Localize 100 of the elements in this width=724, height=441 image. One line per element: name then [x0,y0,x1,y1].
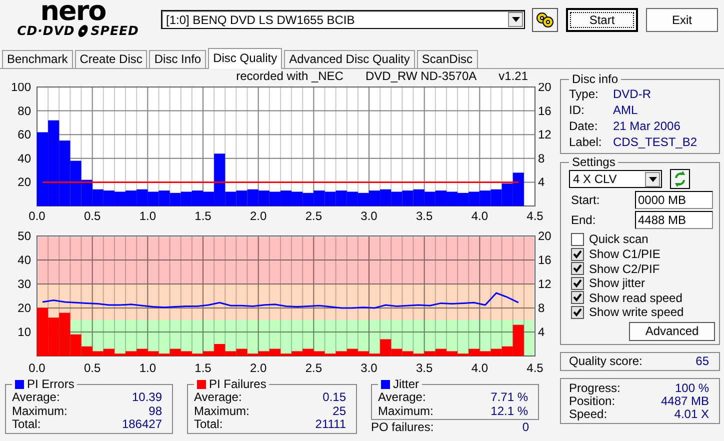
axis-label: 2.5 [305,361,322,375]
axis-label: 1.0 [139,361,156,375]
drive-dropdown[interactable]: [1:0] BENQ DVD LS DW1655 BCIB [161,10,525,29]
bar [236,190,248,206]
axis-label: 3.0 [360,361,378,375]
axis-label: 2.0 [250,209,267,223]
stat-value: 25 [332,404,346,418]
axis-label: 30 [18,277,31,291]
tab[interactable]: Benchmark [2,50,73,68]
axis-label: 2.0 [250,361,267,375]
stat-value: 0 [522,421,529,434]
axis-label: 1.0 [139,209,156,223]
checkbox[interactable] [571,262,584,276]
stat-label: Maximum: [378,404,434,418]
bar [192,190,203,206]
axis-label: 3.0 [360,209,378,223]
stat-value: 98 [148,404,162,418]
bar [380,189,392,206]
info-value: 21 Mar 2006 [613,118,680,134]
bar [269,192,280,206]
axis-label: 20 [538,229,552,243]
recorder-text: DVD_RW ND-3570A [365,69,477,83]
bar [468,192,480,206]
tab[interactable]: ScanDisc [416,50,478,68]
bar [148,192,159,206]
info-label: Type: [569,86,600,102]
axis-label: 8 [538,151,545,166]
checkbox-label: Show write speed [589,305,684,320]
axis-label: 12 [538,128,552,142]
bar [302,192,314,206]
axis-label: 16 [538,253,552,267]
stat-label: PO failures: [371,421,434,434]
tab[interactable]: Disc Quality [208,48,282,69]
field-label: End: [571,213,596,227]
group-title: Settings [572,156,616,169]
axis-label: 60 [18,128,31,142]
info-value: AML [613,102,638,118]
bar [103,190,114,206]
checkbox[interactable] [571,306,584,319]
input-field[interactable]: 4488 MB [635,211,713,229]
axis-label: 0.5 [84,209,101,223]
tab[interactable]: Create Disc [74,50,148,68]
refresh-button[interactable] [670,169,690,189]
group-title: PI Failures [209,378,266,391]
axis-label: 12 [538,277,552,291]
axis-label: 50 [18,229,31,243]
stat-label: Maximum: [194,404,250,418]
bar [180,192,192,206]
refresh-icon [674,171,686,187]
stat-value: 12.1 % [490,404,528,418]
axis-label: 4 [538,175,545,190]
bar [424,192,436,206]
exit-button[interactable]: Exit [646,8,718,32]
info-label: ID: [569,102,586,118]
checkbox[interactable] [571,232,584,246]
axis-label: 3.5 [416,361,433,375]
bar [136,189,148,206]
axis-label: 4.5 [526,361,544,375]
axis-label: 4.0 [471,361,488,375]
progress-label: Speed: [569,408,608,421]
bar [258,190,270,206]
stat-value: 10.39 [132,391,162,404]
advanced-button[interactable]: Advanced [629,322,715,340]
checkbox[interactable] [571,248,584,261]
tab[interactable]: Advanced Disc Quality [284,50,415,68]
logo-subtitle: SPEED [90,24,139,38]
bar [336,190,347,206]
speed-dropdown[interactable]: 4 X CLV [569,170,662,188]
bar [369,190,380,206]
axis-label: 1.5 [194,209,212,223]
bar [280,190,292,206]
start-button[interactable]: Start [566,8,638,32]
progress-label: Position: [569,395,616,408]
info-value: CDS_TEST_B2 [613,134,698,150]
version-text: v1.21 [498,69,528,83]
bar [114,192,126,206]
axis-label: 16 [538,104,552,118]
tab[interactable]: Disc Info [149,50,206,68]
checkbox-label: Show read speed [589,290,682,305]
progress-label: Progress: [569,382,620,395]
axis-label: 1.5 [194,361,212,375]
stat-value: 0.15 [322,391,346,404]
bar [346,192,358,206]
input-field[interactable]: 0000 MB [635,191,713,209]
info-label: Label: [569,134,603,150]
axis-label: 0.0 [28,209,46,223]
checkbox-label: Show C1/PIE [589,247,660,262]
stat-value: 21111 [315,418,346,432]
group-title: PI Errors [27,378,74,391]
discs-button[interactable] [532,8,558,32]
checkbox[interactable] [571,291,584,304]
bar [292,192,303,206]
axis-label: 10 [18,325,31,339]
bar [37,308,48,356]
bar [391,192,402,206]
recorder-text: recorded with _NEC [236,69,344,83]
axis-label: 4.0 [471,209,488,223]
axis-label: 4 [538,325,545,339]
checkbox[interactable] [571,276,584,290]
group-title: Disc info [572,73,618,86]
